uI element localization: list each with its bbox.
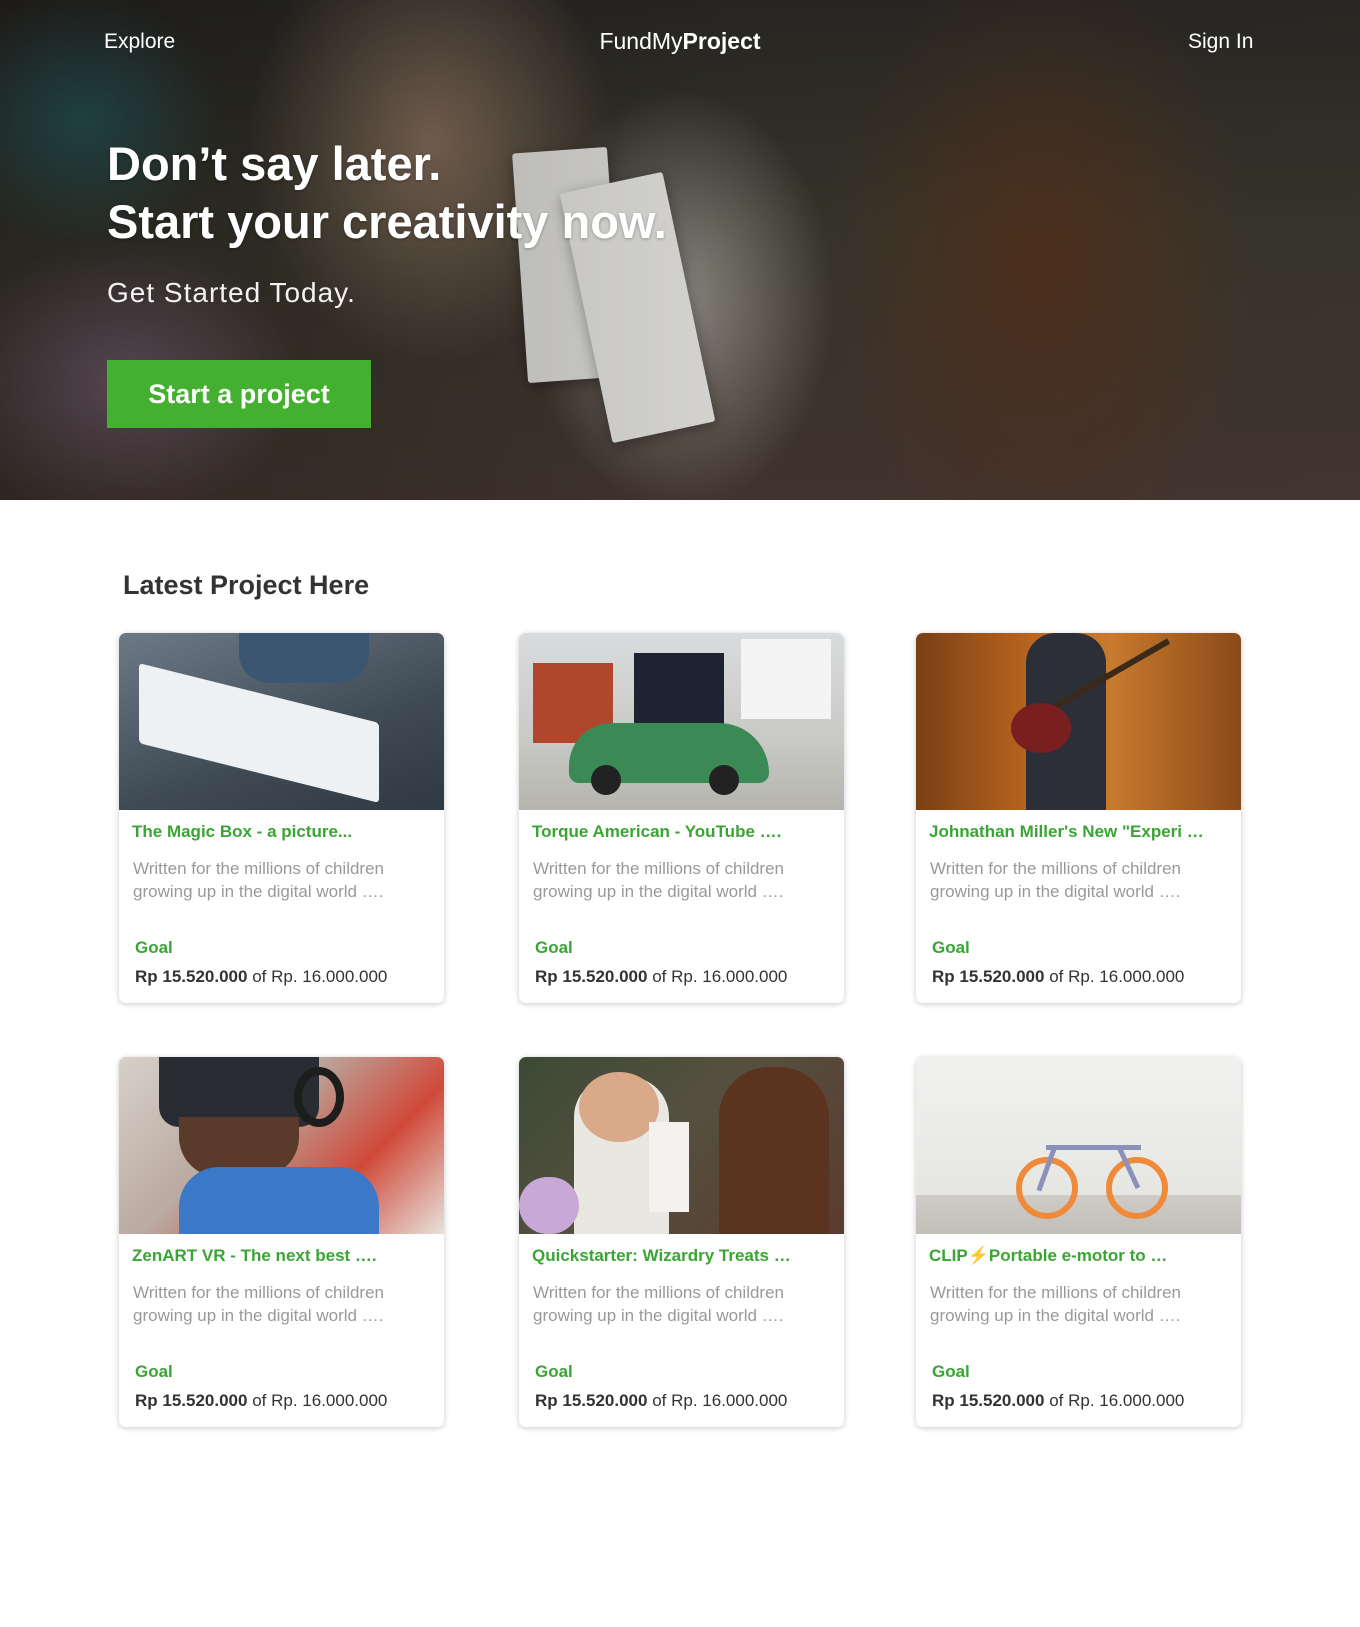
hero-headline: Don’t say later. Start your creativity n… [107, 135, 667, 251]
headphones-shape [294, 1067, 344, 1127]
start-project-button[interactable]: Start a project [107, 360, 371, 428]
project-card[interactable]: Quickstarter: Wizardry Treats … Written … [519, 1057, 844, 1427]
party-photo [519, 1057, 844, 1234]
person-shape [239, 633, 369, 683]
sign-in-link[interactable]: Sign In [1188, 30, 1253, 54]
project-card[interactable]: Torque American - YouTube …. Written for… [519, 633, 844, 1003]
carton-shape [649, 1122, 689, 1212]
bike-frame-shape [1046, 1145, 1141, 1150]
project-description: Written for the millions of children gro… [930, 859, 1182, 901]
funding-amount: Rp 15.520.000 of Rp. 16.000.000 [932, 1391, 1184, 1411]
goal-amount: Rp. 16.000.000 [271, 1391, 388, 1410]
car-wheel-shape [709, 765, 739, 795]
mural-dark-shape [634, 653, 724, 733]
brand-name-light[interactable]: FundMy [599, 28, 682, 54]
project-description: Written for the millions of children gro… [133, 859, 385, 901]
vr-photo [119, 1057, 444, 1234]
hero-banner: Explore FundMyProject Sign In Don’t say … [0, 0, 1360, 500]
raised-amount: Rp 15.520.000 [135, 967, 248, 986]
boa-shape [519, 1177, 579, 1234]
funding-amount: Rp 15.520.000 of Rp. 16.000.000 [535, 1391, 787, 1411]
section-title: Latest Project Here [123, 570, 370, 600]
bike-photo [916, 1057, 1241, 1234]
funding-amount: Rp 15.520.000 of Rp. 16.000.000 [535, 967, 787, 987]
goal-amount: Rp. 16.000.000 [671, 967, 788, 986]
raised-amount: Rp 15.520.000 [535, 1391, 648, 1410]
of-label: of [252, 1391, 267, 1410]
book-photo [119, 633, 444, 810]
brand-name-bold[interactable]: Project [683, 28, 761, 54]
project-description: Written for the millions of children gro… [533, 859, 785, 901]
goal-label: Goal [932, 1362, 970, 1381]
of-label: of [652, 1391, 667, 1410]
hero-subtitle: Get Started Today. [107, 277, 356, 308]
of-label: of [252, 967, 267, 986]
project-title[interactable]: Quickstarter: Wizardry Treats … [532, 1246, 832, 1266]
project-description: Written for the millions of children gro… [533, 1283, 785, 1325]
hero-headline-line-2: Start your creativity now. [107, 195, 667, 248]
project-description: Written for the millions of children gro… [133, 1283, 385, 1325]
nav-explore-link[interactable]: Explore [104, 30, 175, 54]
car-wheel-shape [591, 765, 621, 795]
goal-amount: Rp. 16.000.000 [1068, 1391, 1185, 1410]
project-card[interactable]: The Magic Box - a picture... Written for… [119, 633, 444, 1003]
guitar-photo [916, 633, 1241, 810]
of-label: of [1049, 967, 1064, 986]
of-label: of [1049, 1391, 1064, 1410]
funding-amount: Rp 15.520.000 of Rp. 16.000.000 [932, 967, 1184, 987]
project-title[interactable]: Johnathan Miller's New "Experi … [929, 822, 1229, 842]
guitar-body-shape [1011, 703, 1071, 753]
raised-amount: Rp 15.520.000 [932, 1391, 1045, 1410]
raised-amount: Rp 15.520.000 [932, 967, 1045, 986]
blue-shirt-shape [179, 1167, 379, 1234]
funding-amount: Rp 15.520.000 of Rp. 16.000.000 [135, 967, 387, 987]
car-photo [519, 633, 844, 810]
open-book-shape [139, 663, 379, 803]
project-card[interactable]: Johnathan Miller's New "Experi … Written… [916, 633, 1241, 1003]
raised-amount: Rp 15.520.000 [135, 1391, 248, 1410]
of-label: of [652, 967, 667, 986]
flamingo-poster-shape [741, 639, 831, 719]
project-card[interactable]: ZenART VR - The next best …. Written for… [119, 1057, 444, 1427]
project-title[interactable]: ZenART VR - The next best …. [132, 1246, 432, 1266]
goal-label: Goal [535, 938, 573, 957]
raised-amount: Rp 15.520.000 [535, 967, 648, 986]
project-description: Written for the millions of children gro… [930, 1283, 1182, 1325]
project-title[interactable]: The Magic Box - a picture... [132, 822, 432, 842]
hero-headline-line-1: Don’t say later. [107, 137, 442, 190]
woman-right-shape [719, 1067, 829, 1234]
goal-amount: Rp. 16.000.000 [271, 967, 388, 986]
project-card[interactable]: CLIP⚡Portable e-motor to … Written for t… [916, 1057, 1241, 1427]
goal-label: Goal [932, 938, 970, 957]
goal-amount: Rp. 16.000.000 [1068, 967, 1185, 986]
project-title[interactable]: Torque American - YouTube …. [532, 822, 832, 842]
goal-amount: Rp. 16.000.000 [671, 1391, 788, 1410]
project-title[interactable]: CLIP⚡Portable e-motor to … [929, 1246, 1229, 1266]
goal-label: Goal [135, 1362, 173, 1381]
goal-label: Goal [535, 1362, 573, 1381]
funding-amount: Rp 15.520.000 of Rp. 16.000.000 [135, 1391, 387, 1411]
goal-label: Goal [135, 938, 173, 957]
face-left-shape [579, 1072, 659, 1142]
